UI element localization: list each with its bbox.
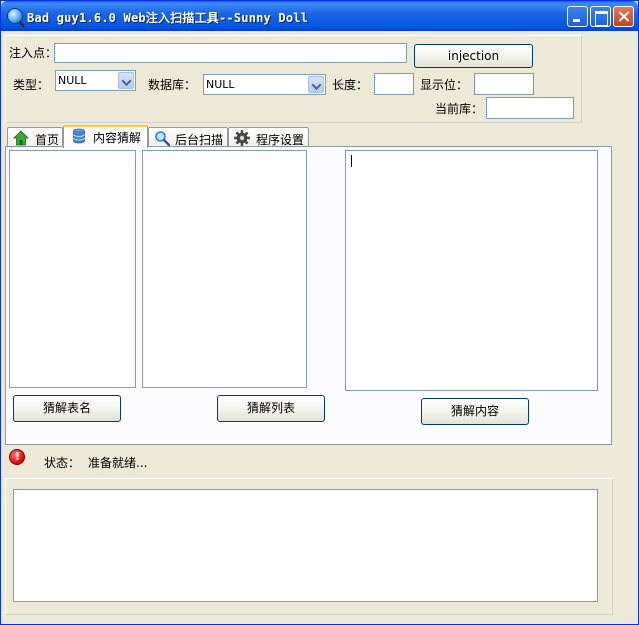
guess-content-button[interactable]: 猜解内容 — [421, 398, 529, 425]
app-logo-icon — [7, 8, 23, 24]
type-select-value: NULL — [58, 74, 87, 87]
length-label: 长度： — [332, 78, 369, 92]
database-icon — [73, 128, 85, 144]
table-list[interactable] — [9, 150, 136, 388]
home-icon — [13, 130, 29, 146]
tab-content-guess-label: 内容猜解 — [93, 131, 142, 145]
status-label: 状态： — [44, 456, 81, 470]
log-output[interactable] — [13, 489, 598, 602]
guess-table-button[interactable]: 猜解表名 — [13, 395, 121, 422]
inject-point-input[interactable] — [54, 43, 407, 63]
current-db-input[interactable] — [486, 97, 574, 119]
window-title: Bad guy1.6.0 Web注入扫描工具--Sunny Doll — [27, 11, 309, 25]
current-db-label: 当前库： — [435, 102, 484, 116]
gear-icon — [234, 130, 250, 146]
chevron-down-icon[interactable] — [308, 76, 324, 93]
error-icon — [9, 449, 25, 465]
database-select[interactable]: NULL — [203, 74, 326, 95]
close-button[interactable] — [613, 6, 634, 27]
maximize-button[interactable] — [590, 6, 611, 27]
minimize-button[interactable] — [567, 6, 588, 27]
magnifier-icon — [155, 131, 170, 146]
tab-content-guess[interactable]: 内容猜解 — [63, 125, 148, 148]
type-select[interactable]: NULL — [55, 70, 136, 91]
tab-home[interactable]: 首页 — [7, 127, 63, 147]
injection-button[interactable]: injection — [414, 44, 533, 68]
display-position-label: 显示位： — [420, 78, 469, 92]
inject-point-label: 注入点： — [9, 46, 58, 60]
content-output[interactable] — [345, 150, 598, 391]
title-bar[interactable]: Bad guy1.6.0 Web注入扫描工具--Sunny Doll — [1, 1, 638, 31]
guess-column-button[interactable]: 猜解列表 — [217, 395, 325, 422]
chevron-down-icon[interactable] — [118, 72, 134, 89]
length-input[interactable] — [374, 73, 414, 95]
type-label: 类型： — [13, 78, 50, 92]
status-text: 准备就绪... — [88, 456, 148, 470]
display-position-input[interactable] — [474, 73, 534, 95]
app-window: Bad guy1.6.0 Web注入扫描工具--Sunny Doll 注入点： … — [0, 0, 639, 625]
text-caret — [351, 155, 352, 167]
column-list[interactable] — [142, 150, 307, 388]
database-label: 数据库： — [148, 78, 197, 92]
tab-backend-scan[interactable]: 后台扫描 — [148, 127, 228, 147]
database-select-value: NULL — [206, 78, 235, 91]
tab-program-settings[interactable]: 程序设置 — [228, 127, 309, 147]
